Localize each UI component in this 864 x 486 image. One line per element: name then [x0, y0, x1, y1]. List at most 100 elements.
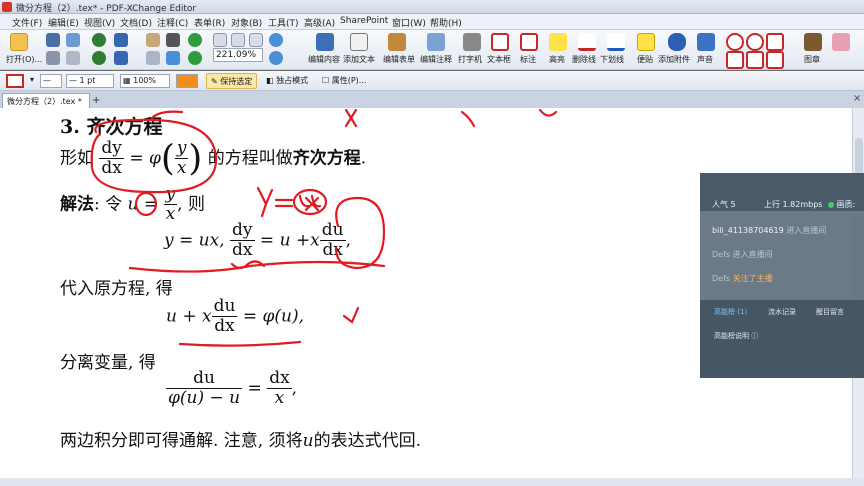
menu-file[interactable]: 文件(F) — [12, 16, 42, 29]
add-text-icon[interactable] — [350, 33, 368, 51]
scrollbar-thumb[interactable] — [855, 138, 863, 178]
zoom-in-icon[interactable] — [213, 33, 227, 47]
redo-icon[interactable] — [114, 51, 128, 65]
tool-label-underline[interactable]: 下划线 — [600, 54, 624, 65]
zoom-combo[interactable]: 221.09% — [213, 48, 263, 62]
edit-annotation-icon[interactable] — [427, 33, 445, 51]
dropdown-arrow-icon[interactable]: ▾ — [26, 73, 38, 89]
equals-sign-3: = — [247, 378, 262, 399]
fit-page-icon[interactable] — [231, 33, 245, 47]
callout-icon[interactable] — [520, 33, 538, 51]
tool-label-stamp[interactable]: 图章 — [804, 54, 820, 65]
help-icon[interactable]: ⓘ — [751, 332, 758, 340]
stroke-color-swatch[interactable] — [6, 74, 24, 88]
window-title: 微分方程（2）.tex* - PDF-XChange Editor — [16, 4, 197, 14]
snapshot-icon[interactable] — [146, 51, 160, 65]
print-icon[interactable] — [46, 51, 60, 65]
hand-tool-icon[interactable] — [146, 33, 160, 47]
tab-high-energy[interactable]: 高能榜 (1) — [714, 307, 747, 317]
document-tab-bar: 微分方程（2）.tex * + × — [0, 91, 864, 108]
pencil-tool-icon[interactable] — [766, 51, 784, 69]
tool-label-callout[interactable]: 标注 — [520, 54, 536, 65]
properties-button[interactable]: ☐ 属性(P)... — [318, 73, 370, 89]
rotate-back-icon[interactable] — [188, 51, 202, 65]
rotate-icon[interactable] — [188, 33, 202, 47]
tool-label-add-text[interactable]: 添加文本 — [343, 54, 375, 65]
menu-objects[interactable]: 对象(B) — [231, 16, 262, 29]
ink-stroke-top-1 — [344, 108, 358, 128]
keep-selected-button[interactable]: ✎ 保持选定 — [206, 73, 258, 89]
tool-label-edit-content[interactable]: 编辑内容 — [308, 54, 340, 65]
edit-content-icon[interactable] — [316, 33, 334, 51]
exclusive-mode-button[interactable]: ◧ 独占模式 — [262, 73, 312, 89]
menu-window[interactable]: 窗口(W) — [392, 16, 426, 29]
menu-comments[interactable]: 注释(C) — [157, 16, 188, 29]
line-style-field[interactable]: — — [40, 74, 62, 88]
tool-label-edit-form[interactable]: 编辑表单 — [383, 54, 415, 65]
new-tab-icon[interactable]: + — [92, 95, 100, 106]
typewriter-icon[interactable] — [463, 33, 481, 51]
menu-view[interactable]: 视图(V) — [84, 16, 115, 29]
tab-super-chat[interactable]: 醒目留言 — [816, 307, 844, 317]
chat-message-3: Defs 关注了主播 — [712, 274, 773, 283]
opacity-field[interactable]: ▦ 100% — [120, 74, 170, 88]
menu-tools[interactable]: 工具(T) — [268, 16, 299, 29]
tool-label-text-box[interactable]: 文本框 — [487, 54, 511, 65]
forward-icon[interactable] — [92, 51, 106, 65]
zoom-minus-icon[interactable] — [269, 51, 283, 65]
ellipse-tool-icon[interactable] — [746, 33, 764, 51]
tool-label-sticky-note[interactable]: 便贴 — [637, 54, 653, 65]
attachment-icon[interactable] — [668, 33, 686, 51]
zoom-plus-icon[interactable] — [269, 33, 283, 47]
fraction-y-x: yx — [174, 138, 189, 178]
menu-help[interactable]: 帮助(H) — [430, 16, 462, 29]
tool-label-strikeout[interactable]: 删除线 — [572, 54, 596, 65]
polygon-tool-icon[interactable] — [766, 33, 784, 51]
zoom-tool-icon[interactable] — [166, 51, 180, 65]
tool-label-typewriter[interactable]: 打字机 — [458, 54, 482, 65]
scan-icon[interactable] — [66, 51, 80, 65]
stamp-icon[interactable] — [804, 33, 822, 51]
eraser-icon[interactable] — [832, 33, 850, 51]
high-energy-help[interactable]: 高能榜说明 ⓘ — [714, 331, 758, 341]
menu-document[interactable]: 文档(D) — [120, 16, 152, 29]
back-icon[interactable] — [92, 33, 106, 47]
line-tool-icon[interactable] — [726, 33, 744, 51]
highlight-icon[interactable] — [549, 33, 567, 51]
close-tab-icon[interactable]: × — [853, 93, 861, 104]
edit-form-icon[interactable] — [388, 33, 406, 51]
line-width-field[interactable]: — 1 pt — [66, 74, 114, 88]
text-box-icon[interactable] — [491, 33, 509, 51]
tool-label-highlight[interactable]: 高亮 — [549, 54, 565, 65]
undo-icon[interactable] — [114, 33, 128, 47]
save-icon[interactable] — [46, 33, 60, 47]
menu-sharepoint[interactable]: SharePoint — [340, 16, 388, 26]
open-folder-icon[interactable] — [10, 33, 28, 51]
document-tab[interactable]: 微分方程（2）.tex * — [2, 93, 90, 108]
rectangle-tool-icon[interactable] — [746, 51, 764, 69]
u-plus: u + — [166, 306, 203, 327]
fit-width-icon[interactable] — [249, 33, 263, 47]
sticky-note-icon[interactable] — [637, 33, 655, 51]
equals-phi-u: = φ(u), — [242, 306, 305, 327]
fill-color-swatch[interactable] — [176, 74, 198, 88]
arrow-tool-icon[interactable] — [726, 51, 744, 69]
ink-stroke-top-2 — [460, 110, 476, 128]
strikeout-icon[interactable] — [578, 33, 596, 51]
status-strip — [0, 478, 864, 486]
method-then: , 则 — [177, 194, 205, 215]
menu-advanced[interactable]: 高级(A) — [304, 16, 335, 29]
menu-forms[interactable]: 表单(R) — [194, 16, 225, 29]
menu-edit[interactable]: 编辑(E) — [48, 16, 79, 29]
tool-label-sound[interactable]: 声音 — [697, 54, 713, 65]
tool-label-edit-annotation[interactable]: 编辑注释 — [420, 54, 452, 65]
underline-icon[interactable] — [607, 33, 625, 51]
email-icon[interactable] — [66, 33, 80, 47]
fraction-dy-dx: dy dx — [99, 138, 124, 178]
tab-flow-record[interactable]: 流水记录 — [768, 307, 796, 317]
sound-icon[interactable] — [697, 33, 715, 51]
tool-label-attachment[interactable]: 添加附件 — [658, 54, 690, 65]
quality[interactable]: 画质: — [828, 199, 855, 210]
open-button-label[interactable]: 打开(O)... — [6, 54, 42, 65]
select-tool-icon[interactable] — [166, 33, 180, 47]
